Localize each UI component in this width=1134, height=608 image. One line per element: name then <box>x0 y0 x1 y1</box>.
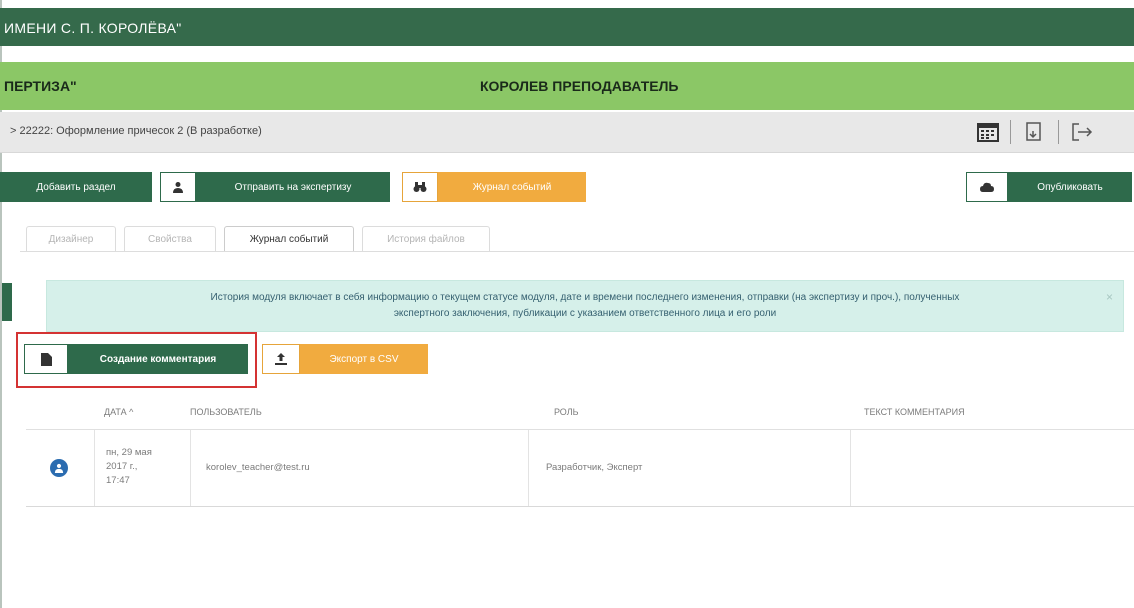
send-expertise-button[interactable]: Отправить на экспертизу <box>160 172 390 202</box>
info-text-line2: экспертного заключения, публикации с ука… <box>393 308 777 319</box>
module-header: ПЕРТИЗА" КОРОЛЕВ ПРЕПОДАВАТЕЛЬ <box>0 62 1134 110</box>
table-header: ДАТА ^ ПОЛЬЗОВАТЕЛЬ РОЛЬ ТЕКСТ КОММЕНТАР… <box>26 393 1134 430</box>
row-date-line3: 17:47 <box>106 475 130 486</box>
document-download-icon[interactable] <box>1018 118 1050 146</box>
cell-divider <box>190 430 191 506</box>
breadcrumb-bar: > 22222: Оформление причесок 2 (В разраб… <box>0 112 1134 153</box>
tab-file-history[interactable]: История файлов <box>362 226 490 251</box>
publish-button[interactable]: Опубликовать <box>966 172 1132 202</box>
calendar-icon[interactable] <box>972 118 1004 146</box>
highlight-box <box>16 332 257 388</box>
top-header: ИМЕНИ С. П. КОРОЛЁВА" <box>0 8 1134 46</box>
toolbar-divider <box>1058 120 1059 144</box>
section-title: ПЕРТИЗА" <box>4 78 77 94</box>
cell-divider <box>94 430 95 506</box>
table-row: пн, 29 мая 2017 г., 17:47 korolev_teache… <box>26 430 1134 507</box>
user-title: КОРОЛЕВ ПРЕПОДАВАТЕЛЬ <box>480 78 679 94</box>
cloud-icon <box>966 172 1008 202</box>
tab-properties[interactable]: Свойства <box>124 226 216 251</box>
add-section-label: Добавить раздел <box>0 172 152 202</box>
column-user-header[interactable]: ПОЛЬЗОВАТЕЛЬ <box>190 407 262 417</box>
user-avatar-icon[interactable] <box>50 459 68 477</box>
tab-designer[interactable]: Дизайнер <box>26 226 116 251</box>
upload-icon <box>262 344 300 374</box>
cell-divider <box>850 430 851 506</box>
left-panel-toggle[interactable] <box>2 283 12 321</box>
row-date-line2: 2017 г., <box>106 461 138 472</box>
binoculars-icon <box>402 172 438 202</box>
logout-icon[interactable] <box>1066 118 1098 146</box>
export-csv-button[interactable]: Экспорт в CSV <box>262 344 428 374</box>
column-date-header[interactable]: ДАТА ^ <box>104 407 133 417</box>
row-user: korolev_teacher@test.ru <box>206 462 310 473</box>
toolbar-divider <box>1010 120 1011 144</box>
send-expertise-label: Отправить на экспертизу <box>196 172 390 202</box>
row-date-line1: пн, 29 мая <box>106 447 152 458</box>
breadcrumb[interactable]: > 22222: Оформление причесок 2 (В разраб… <box>10 125 262 137</box>
event-log-label: Журнал событий <box>438 172 586 202</box>
column-comment-header[interactable]: ТЕКСТ КОММЕНТАРИЯ <box>864 407 965 417</box>
user-icon <box>160 172 196 202</box>
row-role: Разработчик, Эксперт <box>546 462 643 473</box>
cell-divider <box>528 430 529 506</box>
column-role-header[interactable]: РОЛЬ <box>554 407 579 417</box>
export-csv-label: Экспорт в CSV <box>300 344 428 374</box>
add-section-button[interactable]: Добавить раздел <box>0 172 152 202</box>
close-icon[interactable]: × <box>1106 289 1113 305</box>
info-text-line1: История модуля включает в себя информаци… <box>210 292 960 303</box>
tab-event-log[interactable]: Журнал событий <box>224 226 354 251</box>
tabs-divider <box>20 251 1134 252</box>
info-alert: История модуля включает в себя информаци… <box>46 280 1124 332</box>
row-date: пн, 29 мая 2017 г., 17:47 <box>106 446 152 488</box>
publish-label: Опубликовать <box>1008 172 1132 202</box>
org-title: ИМЕНИ С. П. КОРОЛЁВА" <box>4 20 182 36</box>
event-log-button[interactable]: Журнал событий <box>402 172 586 202</box>
